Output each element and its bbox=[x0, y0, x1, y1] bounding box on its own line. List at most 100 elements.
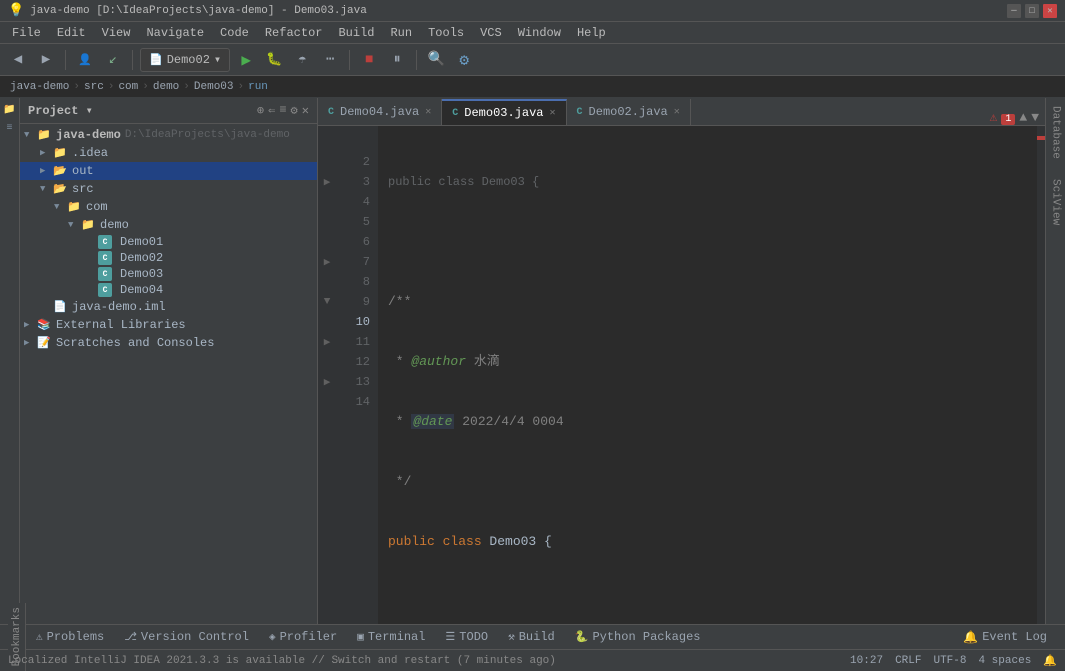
version-control-tab[interactable]: ⎇ Version Control bbox=[114, 625, 259, 650]
tab-scroll-up[interactable]: ▲ bbox=[1019, 110, 1027, 125]
ln-13: 13 bbox=[336, 372, 370, 392]
toolbar: ◀ ▶ 👤 ↙ 📄 Demo02 ▾ ▶ 🐛 ☂ ⋯ ■ ⏸ 🔍 ⚙ bbox=[0, 44, 1065, 76]
project-icon[interactable]: 📁 bbox=[2, 102, 18, 118]
database-panel-label[interactable]: Database bbox=[1047, 98, 1065, 167]
sciview-panel-label[interactable]: SciView bbox=[1047, 171, 1065, 233]
gutter-fold-11[interactable]: ▶ bbox=[318, 332, 336, 352]
tree-item-demo02[interactable]: ▶ C Demo02 bbox=[20, 250, 317, 266]
menu-build[interactable]: Build bbox=[330, 24, 382, 42]
tab-demo04[interactable]: C Demo04.java ✕ bbox=[318, 99, 442, 125]
app-icon: 💡 bbox=[8, 3, 24, 18]
minimize-button[interactable]: ─ bbox=[1007, 4, 1021, 18]
expand-arrow: ▶ bbox=[24, 320, 36, 330]
menu-code[interactable]: Code bbox=[212, 24, 257, 42]
menu-refactor[interactable]: Refactor bbox=[257, 24, 331, 42]
menu-view[interactable]: View bbox=[94, 24, 139, 42]
run-config-dropdown[interactable]: 📄 Demo02 ▾ bbox=[140, 48, 230, 72]
status-notification[interactable]: 🔔 bbox=[1043, 654, 1057, 668]
menu-vcs[interactable]: VCS bbox=[472, 24, 510, 42]
vcs-update[interactable]: ↙ bbox=[101, 48, 125, 72]
tree-item-src[interactable]: ▼ 📂 src bbox=[20, 180, 317, 198]
search-button[interactable]: 🔍 bbox=[424, 48, 448, 72]
maximize-button[interactable]: □ bbox=[1025, 4, 1039, 18]
status-encoding[interactable]: UTF-8 bbox=[933, 655, 966, 667]
profile-button[interactable]: 👤 bbox=[73, 48, 97, 72]
tab-close-demo04[interactable]: ✕ bbox=[425, 106, 431, 118]
tree-item-root[interactable]: ▼ 📁 java-demo D:\IdeaProjects\java-demo bbox=[20, 126, 317, 144]
status-message: Localized IntelliJ IDEA 2021.3.3 is avai… bbox=[8, 655, 850, 667]
tree-item-com[interactable]: ▼ 📁 com bbox=[20, 198, 317, 216]
tree-item-iml[interactable]: ▶ 📄 java-demo.iml bbox=[20, 298, 317, 316]
menu-navigate[interactable]: Navigate bbox=[138, 24, 212, 42]
gutter-2 bbox=[318, 152, 336, 172]
tab-close-demo03[interactable]: ✕ bbox=[550, 107, 556, 119]
gutter-fold-icons: ▶ ▶ ▼ ▶ ▶ bbox=[318, 126, 336, 624]
error-stripe[interactable] bbox=[1037, 126, 1045, 624]
problems-tab[interactable]: ⚠ Problems bbox=[26, 625, 114, 650]
bookmarks-label[interactable]: Bookmarks bbox=[8, 603, 26, 670]
terminal-tab[interactable]: ▣ Terminal bbox=[347, 625, 435, 650]
bc-src[interactable]: src bbox=[84, 81, 104, 93]
structure-icon[interactable]: ≡ bbox=[2, 120, 18, 136]
stop-button[interactable]: ■ bbox=[357, 48, 381, 72]
tab-demo03[interactable]: C Demo03.java ✕ bbox=[442, 99, 566, 125]
tree-item-demo04[interactable]: ▶ C Demo04 bbox=[20, 282, 317, 298]
tab-close-demo02[interactable]: ✕ bbox=[674, 106, 680, 118]
menu-window[interactable]: Window bbox=[510, 24, 569, 42]
close-button[interactable]: ✕ bbox=[1043, 4, 1057, 18]
status-indent[interactable]: 4 spaces bbox=[978, 655, 1031, 667]
more-run[interactable]: ⋯ bbox=[318, 48, 342, 72]
menu-edit[interactable]: Edit bbox=[49, 24, 94, 42]
event-log-label: Event Log bbox=[982, 630, 1047, 644]
menu-file[interactable]: File bbox=[4, 24, 49, 42]
project-close-btn[interactable]: ✕ bbox=[302, 103, 309, 118]
status-line-ending[interactable]: CRLF bbox=[895, 655, 921, 667]
event-log-tab[interactable]: 🔔 Event Log bbox=[953, 625, 1057, 650]
python-packages-tab[interactable]: 🐍 Python Packages bbox=[565, 625, 711, 650]
gutter-fold-13[interactable]: ▶ bbox=[318, 372, 336, 392]
code-content[interactable]: public class Demo03 { /** * @author 水滴 *… bbox=[378, 126, 1037, 624]
menu-run[interactable]: Run bbox=[382, 24, 420, 42]
debug-button[interactable]: 🐛 bbox=[262, 48, 286, 72]
gutter-fold-7[interactable]: ▶ bbox=[318, 252, 336, 272]
forward-button[interactable]: ▶ bbox=[34, 48, 58, 72]
gutter-fold-3[interactable]: ▶ bbox=[318, 172, 336, 192]
project-collapse-btn[interactable]: ⇐ bbox=[268, 103, 275, 118]
build-label: Build bbox=[519, 630, 555, 644]
bc-project[interactable]: java-demo bbox=[10, 81, 69, 93]
tree-item-demo03[interactable]: ▶ C Demo03 bbox=[20, 266, 317, 282]
code-line-8 bbox=[388, 592, 1027, 612]
project-settings-btn[interactable]: ⚙ bbox=[291, 103, 298, 118]
pause-button[interactable]: ⏸ bbox=[385, 48, 409, 72]
project-options-btn[interactable]: ≡ bbox=[279, 103, 286, 118]
tree-item-idea[interactable]: ▶ 📁 .idea bbox=[20, 144, 317, 162]
error-count-badge[interactable]: ⚠1 bbox=[990, 110, 1016, 125]
run-with-coverage[interactable]: ☂ bbox=[290, 48, 314, 72]
title-bar-controls[interactable]: ─ □ ✕ bbox=[1007, 4, 1057, 18]
bc-demo[interactable]: demo bbox=[153, 81, 179, 93]
status-right: 10:27 CRLF UTF-8 4 spaces 🔔 bbox=[850, 654, 1057, 668]
project-locate-btn[interactable]: ⊕ bbox=[257, 103, 264, 118]
bc-run[interactable]: run bbox=[248, 81, 268, 93]
menu-tools[interactable]: Tools bbox=[420, 24, 472, 42]
todo-tab[interactable]: ☰ TODO bbox=[435, 625, 498, 650]
tab-label-demo04: Demo04.java bbox=[340, 105, 419, 119]
tab-demo02[interactable]: C Demo02.java ✕ bbox=[567, 99, 691, 125]
code-editor[interactable]: ▶ ▶ ▼ ▶ ▶ 2 3 4 5 6 7 bbox=[318, 126, 1045, 624]
tab-scroll-down[interactable]: ▼ bbox=[1031, 110, 1039, 125]
bc-com[interactable]: com bbox=[118, 81, 138, 93]
gutter-fold-9[interactable]: ▼ bbox=[318, 292, 336, 312]
menu-help[interactable]: Help bbox=[569, 24, 614, 42]
build-tab[interactable]: ⚒ Build bbox=[498, 625, 565, 650]
settings-button[interactable]: ⚙ bbox=[452, 48, 476, 72]
back-button[interactable]: ◀ bbox=[6, 48, 30, 72]
title-bar-left: 💡 java-demo [D:\IdeaProjects\java-demo] … bbox=[8, 3, 367, 18]
tree-item-scratches[interactable]: ▶ 📝 Scratches and Consoles bbox=[20, 334, 317, 352]
profiler-tab[interactable]: ◈ Profiler bbox=[259, 625, 347, 650]
tree-item-extlibs[interactable]: ▶ 📚 External Libraries bbox=[20, 316, 317, 334]
tree-item-demo01[interactable]: ▶ C Demo01 bbox=[20, 234, 317, 250]
tree-item-out[interactable]: ▶ 📂 out bbox=[20, 162, 317, 180]
tree-item-demo[interactable]: ▼ 📁 demo bbox=[20, 216, 317, 234]
bc-demo03[interactable]: Demo03 bbox=[194, 81, 234, 93]
run-button[interactable]: ▶ bbox=[234, 48, 258, 72]
